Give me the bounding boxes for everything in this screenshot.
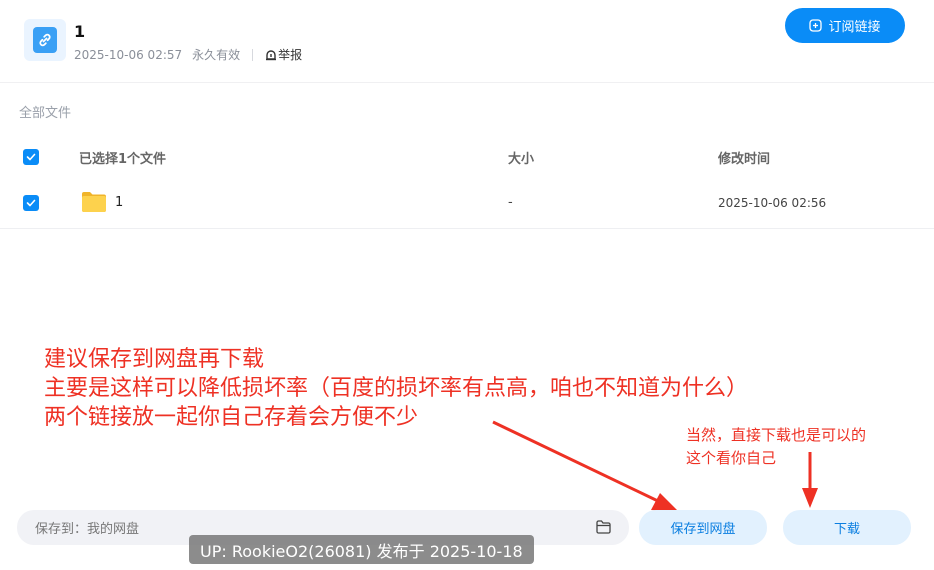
save-to-netdisk-button[interactable]: 保存到网盘 — [639, 510, 767, 545]
arrow-to-save-icon — [492, 420, 678, 511]
uploader-watermark: UP: RookieO2(26081) 发布于 2025-10-18 — [189, 535, 534, 564]
download-button[interactable]: 下载 — [783, 510, 911, 545]
save-path-label: 保存到：我的网盘 — [35, 522, 140, 537]
arrow-to-download-icon — [802, 452, 818, 508]
folder-picker-icon[interactable] — [596, 520, 611, 534]
annotation-arrows — [492, 420, 818, 511]
